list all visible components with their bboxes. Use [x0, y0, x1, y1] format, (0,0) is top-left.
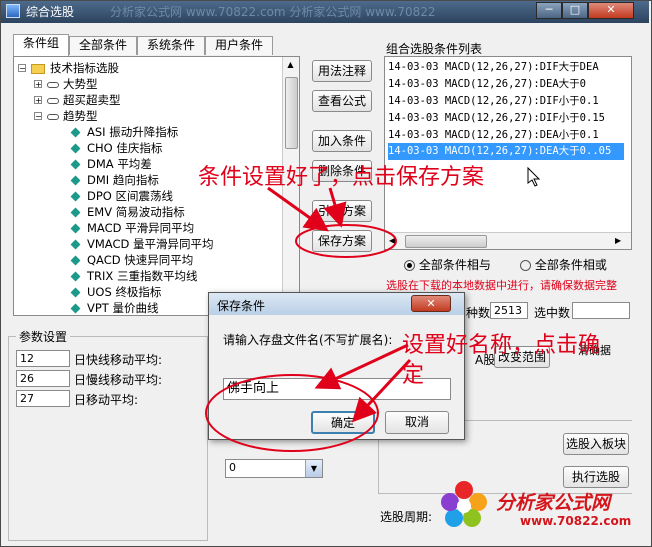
logo-flower-icon [440, 480, 488, 528]
logo-text: 分析家公式网 [496, 492, 611, 514]
usage-notes-button[interactable]: 用法注释 [312, 60, 372, 82]
list-item[interactable]: 14-03-03 MACD(12,26,27):DIF小于0.1 [388, 93, 599, 110]
list-scroll-thumb[interactable] [405, 235, 487, 248]
scroll-left-icon[interactable]: ◀ [389, 234, 395, 248]
tree-group-trend[interactable]: − 趋势型 [34, 108, 98, 124]
close-button[interactable]: ✕ [588, 2, 634, 19]
key-icon [47, 97, 59, 104]
tree-group-overbought[interactable]: + 超买超卖型 [34, 92, 121, 108]
scroll-right-icon[interactable]: ▶ [615, 234, 621, 248]
indicator-icon [70, 287, 81, 298]
watermark-text: 分析家公式网 www.70822.com 分析家公式网 www.70822 [110, 5, 436, 19]
selected-count-value [572, 302, 630, 319]
list-hscrollbar[interactable]: ◀ ▶ [385, 232, 631, 249]
param-fast-input[interactable]: 12 [16, 350, 70, 367]
logo-url: www.70822.com [520, 514, 632, 528]
tree-item[interactable]: QACD 快速异同平均 [70, 252, 193, 268]
indicator-icon [70, 239, 81, 250]
tree-item[interactable]: EMV 简易波动指标 [70, 204, 185, 220]
radio-all-and[interactable]: 全部条件相与 [404, 256, 491, 273]
indicator-icon [70, 271, 81, 282]
indicator-icon [70, 143, 81, 154]
tree-root[interactable]: − 技术指标选股 [18, 60, 119, 76]
annotation-save-hint: 条件设置好了，点击保存方案 [198, 165, 485, 190]
dialog-cancel-button[interactable]: 取消 [385, 411, 449, 434]
execute-selection-button[interactable]: 执行选股 [563, 466, 629, 488]
indicator-icon [70, 255, 81, 266]
period-select[interactable]: 0 ▼ [225, 459, 323, 478]
key-icon [47, 113, 59, 120]
radio-unchecked-icon[interactable] [520, 260, 531, 271]
indicator-icon [70, 127, 81, 138]
collapse-icon[interactable]: − [34, 112, 42, 121]
list-item[interactable]: 14-03-03 MACD(12,26,27):DIF大于DEA [388, 59, 599, 76]
stock-count-value: 2513 [490, 302, 528, 319]
tab-condition-group[interactable]: 条件组 [13, 34, 69, 56]
indicator-icon [70, 175, 81, 186]
condition-list-title: 组合选股条件列表 [386, 42, 483, 56]
tab-system-conditions[interactable]: 系统条件 [137, 36, 205, 55]
tree-item[interactable]: VPT 量价曲线 [70, 300, 158, 316]
list-item[interactable]: 14-03-03 MACD(12,26,27):DEA小于0.1 [388, 127, 599, 144]
key-icon [47, 81, 59, 88]
folder-icon [31, 63, 45, 74]
indicator-icon [70, 223, 81, 234]
view-formula-button[interactable]: 查看公式 [312, 90, 372, 112]
dialog-ok-button[interactable]: 确定 [311, 411, 375, 434]
expand-icon[interactable]: + [34, 80, 42, 89]
param-fast-label: 日快线移动平均: [74, 353, 163, 367]
import-scheme-button[interactable]: 引入方案 [312, 200, 372, 222]
tree-item[interactable]: CHO 佳庆指标 [70, 140, 162, 156]
tree-item[interactable]: ASI 振动升降指标 [70, 124, 178, 140]
app-icon [6, 4, 20, 18]
expand-icon[interactable]: + [34, 96, 42, 105]
condition-list[interactable]: 14-03-03 MACD(12,26,27):DIF大于DEA 14-03-0… [384, 56, 632, 250]
save-scheme-button[interactable]: 保存方案 [312, 230, 372, 252]
indicator-icon [70, 207, 81, 218]
tree-group-trend-market[interactable]: + 大势型 [34, 76, 98, 92]
tree-item[interactable]: DMI 趋向指标 [70, 172, 159, 188]
param-ma-label: 日移动平均: [74, 393, 139, 407]
data-notice: 选股在下载的本地数据中进行，请确保数据完整 [386, 279, 617, 292]
tree-scroll-thumb[interactable] [285, 77, 298, 149]
params-title: 参数设置 [16, 328, 71, 345]
param-slow-label: 日慢线移动平均: [74, 373, 163, 387]
maximize-button[interactable]: □ [562, 2, 588, 19]
selected-count-label: 选中数 [534, 306, 571, 320]
list-item-selected[interactable]: 14-03-03 MACD(12,26,27):DEA大于0..05 [388, 143, 624, 160]
radio-checked-icon[interactable] [404, 260, 415, 271]
tree-item[interactable]: DPO 区间震荡线 [70, 188, 173, 204]
tree-item[interactable]: UOS 终极指标 [70, 284, 161, 300]
tab-all-conditions[interactable]: 全部条件 [69, 36, 137, 55]
collapse-icon[interactable]: − [18, 64, 26, 73]
annotation-name-hint-2: 定 [402, 363, 425, 388]
list-item[interactable]: 14-03-03 MACD(12,26,27):DEA大于0 [388, 76, 586, 93]
select-to-board-button[interactable]: 选股入板块 [563, 433, 629, 455]
annotation-name-hint: 设置好名称，点击确 [402, 333, 601, 358]
param-ma-input[interactable]: 27 [16, 390, 70, 407]
add-condition-button[interactable]: 加入条件 [312, 130, 372, 152]
dialog-title: 保存条件 [217, 299, 266, 313]
dialog-prompt: 请输入存盘文件名(不写扩展名): [223, 333, 393, 347]
chevron-down-icon[interactable]: ▼ [305, 460, 322, 477]
indicator-icon [70, 303, 81, 314]
param-slow-input[interactable]: 26 [16, 370, 70, 387]
radio-all-or[interactable]: 全部条件相或 [520, 256, 607, 273]
tree-item[interactable]: TRIX 三重指数平均线 [70, 268, 197, 284]
save-dialog: 保存条件 ✕ 请输入存盘文件名(不写扩展名): 佛手向上 确定 取消 [208, 292, 465, 440]
tab-user-conditions[interactable]: 用户条件 [205, 36, 273, 55]
indicator-icon [70, 191, 81, 202]
tree-item[interactable]: DMA 平均差 [70, 156, 152, 172]
period-label: 选股周期: [380, 510, 433, 524]
indicator-icon [70, 159, 81, 170]
tree-item[interactable]: VMACD 量平滑异同平均 [70, 236, 214, 252]
tree-item[interactable]: MACD 平滑异同平均 [70, 220, 194, 236]
window-title: 综合选股 [26, 5, 75, 19]
list-item[interactable]: 14-03-03 MACD(12,26,27):DIF小于0.15 [388, 110, 605, 127]
scroll-up-icon[interactable]: ▲ [284, 57, 297, 73]
minimize-button[interactable]: ─ [536, 2, 562, 19]
dialog-close-icon[interactable]: ✕ [411, 295, 451, 312]
stock-count-label: 种数 [466, 306, 491, 320]
